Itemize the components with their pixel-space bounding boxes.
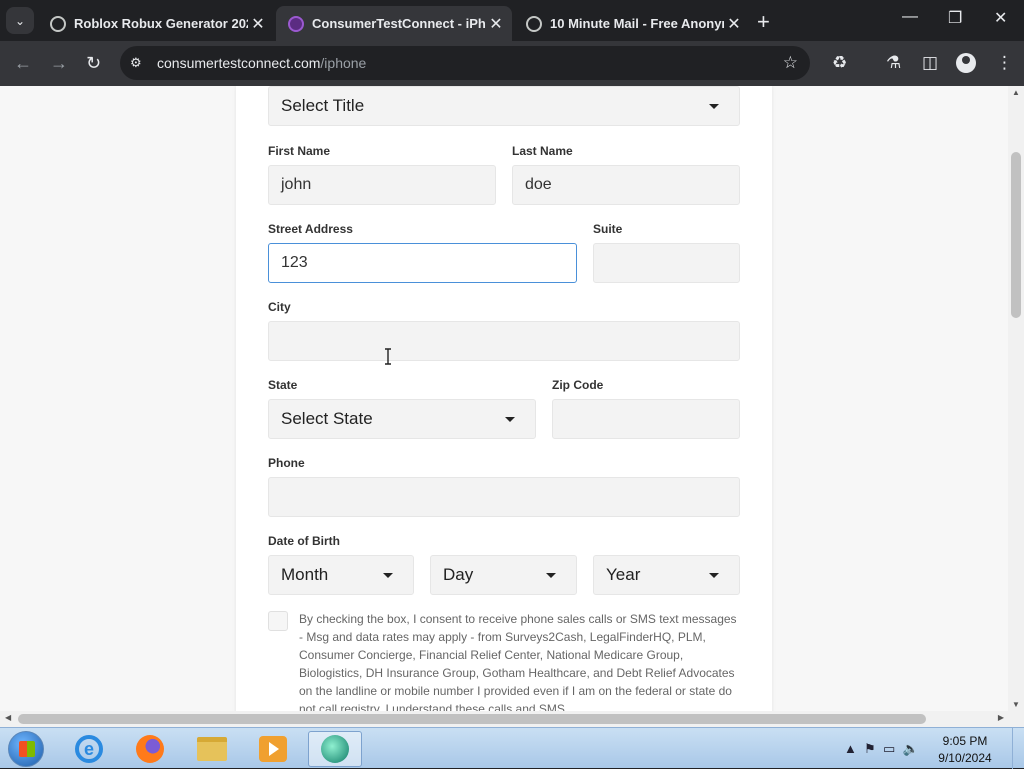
taskbar-media-player[interactable]: [246, 731, 300, 767]
vertical-scroll-thumb[interactable]: [1011, 152, 1021, 318]
close-tab-icon[interactable]: ✕: [248, 14, 268, 34]
show-desktop-button[interactable]: [1012, 728, 1024, 769]
browser-app-icon: [321, 735, 349, 763]
state-select[interactable]: Select State: [268, 399, 536, 439]
back-arrow-icon[interactable]: ←: [14, 53, 32, 74]
city-label: City: [268, 300, 291, 314]
first-name-value: john: [281, 176, 312, 193]
restore-icon[interactable]: ❐: [948, 8, 962, 28]
horizontal-scroll-thumb[interactable]: [18, 714, 926, 724]
close-window-icon[interactable]: ✕: [994, 8, 1007, 28]
zip-code-input[interactable]: [552, 399, 740, 439]
bookmark-star-icon[interactable]: ☆: [783, 53, 798, 73]
first-name-label: First Name: [268, 144, 331, 158]
caret-down-icon: [709, 573, 719, 578]
dob-year-value: Year: [606, 565, 641, 584]
profile-avatar-icon[interactable]: [956, 53, 976, 73]
text-cursor-icon: [385, 348, 391, 365]
folder-icon: [197, 737, 227, 761]
suite-label: Suite: [593, 222, 623, 236]
dob-year-select[interactable]: Year: [593, 555, 740, 595]
close-tab-icon[interactable]: ✕: [486, 14, 506, 34]
browser-toolbar: ← → ↻ ⚙ consumertestconnect.com/iphone ☆…: [0, 41, 1024, 86]
consent-checkbox[interactable]: [268, 611, 288, 631]
tab-title: Roblox Robux Generator 2024: [74, 16, 248, 31]
tab-search-dropdown-icon[interactable]: ⌄: [6, 7, 34, 34]
new-tab-button[interactable]: +: [757, 9, 770, 35]
taskbar-file-explorer[interactable]: [185, 731, 239, 767]
site-favicon-icon: [288, 15, 304, 32]
tab-10minutemail[interactable]: 10 Minute Mail - Free Anonymous ✕: [514, 6, 750, 41]
url-path: /iphone: [320, 55, 367, 71]
street-address-value: 123: [281, 254, 308, 271]
tab-strip: ⌄ Roblox Robux Generator 2024 ✕ Consumer…: [0, 0, 1024, 41]
globe-icon: [526, 15, 542, 32]
scroll-up-icon[interactable]: ▲: [1012, 88, 1020, 97]
signup-form-card: Select Title First Name john Last Name d…: [236, 86, 772, 711]
taskbar-firefox[interactable]: [123, 731, 177, 767]
state-select-value: Select State: [281, 409, 373, 428]
minimize-icon[interactable]: —: [902, 8, 918, 26]
street-address-input[interactable]: 123: [268, 243, 577, 283]
caret-down-icon: [709, 104, 719, 109]
title-select-value: Select Title: [281, 96, 365, 115]
tab-title: ConsumerTestConnect - iPhone: [312, 16, 486, 31]
taskbar-chrome-active[interactable]: [308, 731, 362, 767]
horizontal-scrollbar[interactable]: ◀ ▶: [0, 711, 1024, 727]
phone-input[interactable]: [268, 477, 740, 517]
site-info-icon[interactable]: ⚙: [130, 55, 148, 71]
consent-text: By checking the box, I consent to receiv…: [299, 612, 737, 711]
caret-down-icon: [383, 573, 393, 578]
extensions-icon[interactable]: ♻: [832, 53, 847, 73]
clock-date: 9/10/2024: [938, 751, 992, 765]
taskbar-internet-explorer[interactable]: e: [62, 731, 116, 767]
dob-month-select[interactable]: Month: [268, 555, 414, 595]
caret-down-icon: [546, 573, 556, 578]
system-tray[interactable]: ▲ ⚑ ▭ 🔈: [844, 741, 919, 757]
clock-time: 9:05 PM: [942, 734, 988, 748]
menu-kebab-icon[interactable]: ⋮: [996, 53, 1013, 73]
scroll-left-icon[interactable]: ◀: [5, 713, 11, 722]
dob-day-select[interactable]: Day: [430, 555, 577, 595]
tab-title: 10 Minute Mail - Free Anonymous: [550, 16, 724, 31]
first-name-input[interactable]: john: [268, 165, 496, 205]
windows-taskbar: e ▲ ⚑ ▭ 🔈 9:05 PM 9/10/2024: [0, 727, 1024, 769]
forward-arrow-icon[interactable]: →: [50, 53, 68, 74]
vertical-scrollbar[interactable]: ▲ ▼: [1008, 86, 1024, 711]
reload-icon[interactable]: ↻: [86, 53, 101, 74]
last-name-input[interactable]: doe: [512, 165, 740, 205]
phone-label: Phone: [268, 456, 305, 470]
last-name-value: doe: [525, 176, 552, 193]
state-label: State: [268, 378, 298, 392]
scroll-down-icon[interactable]: ▼: [1012, 700, 1020, 709]
firefox-icon: [136, 735, 164, 763]
caret-down-icon: [505, 417, 515, 422]
url-host: consumertestconnect.com: [157, 55, 321, 71]
tab-consumertestconnect[interactable]: ConsumerTestConnect - iPhone ✕: [276, 6, 512, 41]
close-tab-icon[interactable]: ✕: [724, 14, 744, 34]
title-select[interactable]: Select Title: [268, 86, 740, 126]
globe-icon: [50, 15, 66, 32]
suite-input[interactable]: [593, 243, 740, 283]
url-text[interactable]: consumertestconnect.com/iphone: [157, 55, 366, 71]
tab-roblox[interactable]: Roblox Robux Generator 2024 ✕: [38, 6, 274, 41]
internet-explorer-icon: e: [75, 735, 103, 763]
media-player-icon: [259, 736, 287, 762]
dob-month-value: Month: [281, 565, 329, 584]
dob-day-value: Day: [443, 565, 474, 584]
scroll-right-icon[interactable]: ▶: [998, 713, 1004, 722]
zip-code-label: Zip Code: [552, 378, 604, 392]
side-panel-icon[interactable]: ◫: [922, 53, 938, 73]
last-name-label: Last Name: [512, 144, 573, 158]
date-of-birth-label: Date of Birth: [268, 534, 340, 548]
taskbar-clock[interactable]: 9:05 PM 9/10/2024: [930, 733, 1000, 767]
labs-flask-icon[interactable]: ⚗: [886, 53, 901, 73]
street-address-label: Street Address: [268, 222, 353, 236]
start-button-icon[interactable]: [8, 731, 44, 767]
page-viewport: Select Title First Name john Last Name d…: [0, 86, 1008, 711]
address-bar[interactable]: ⚙ consumertestconnect.com/iphone ☆: [120, 46, 810, 80]
city-input[interactable]: [268, 321, 740, 361]
